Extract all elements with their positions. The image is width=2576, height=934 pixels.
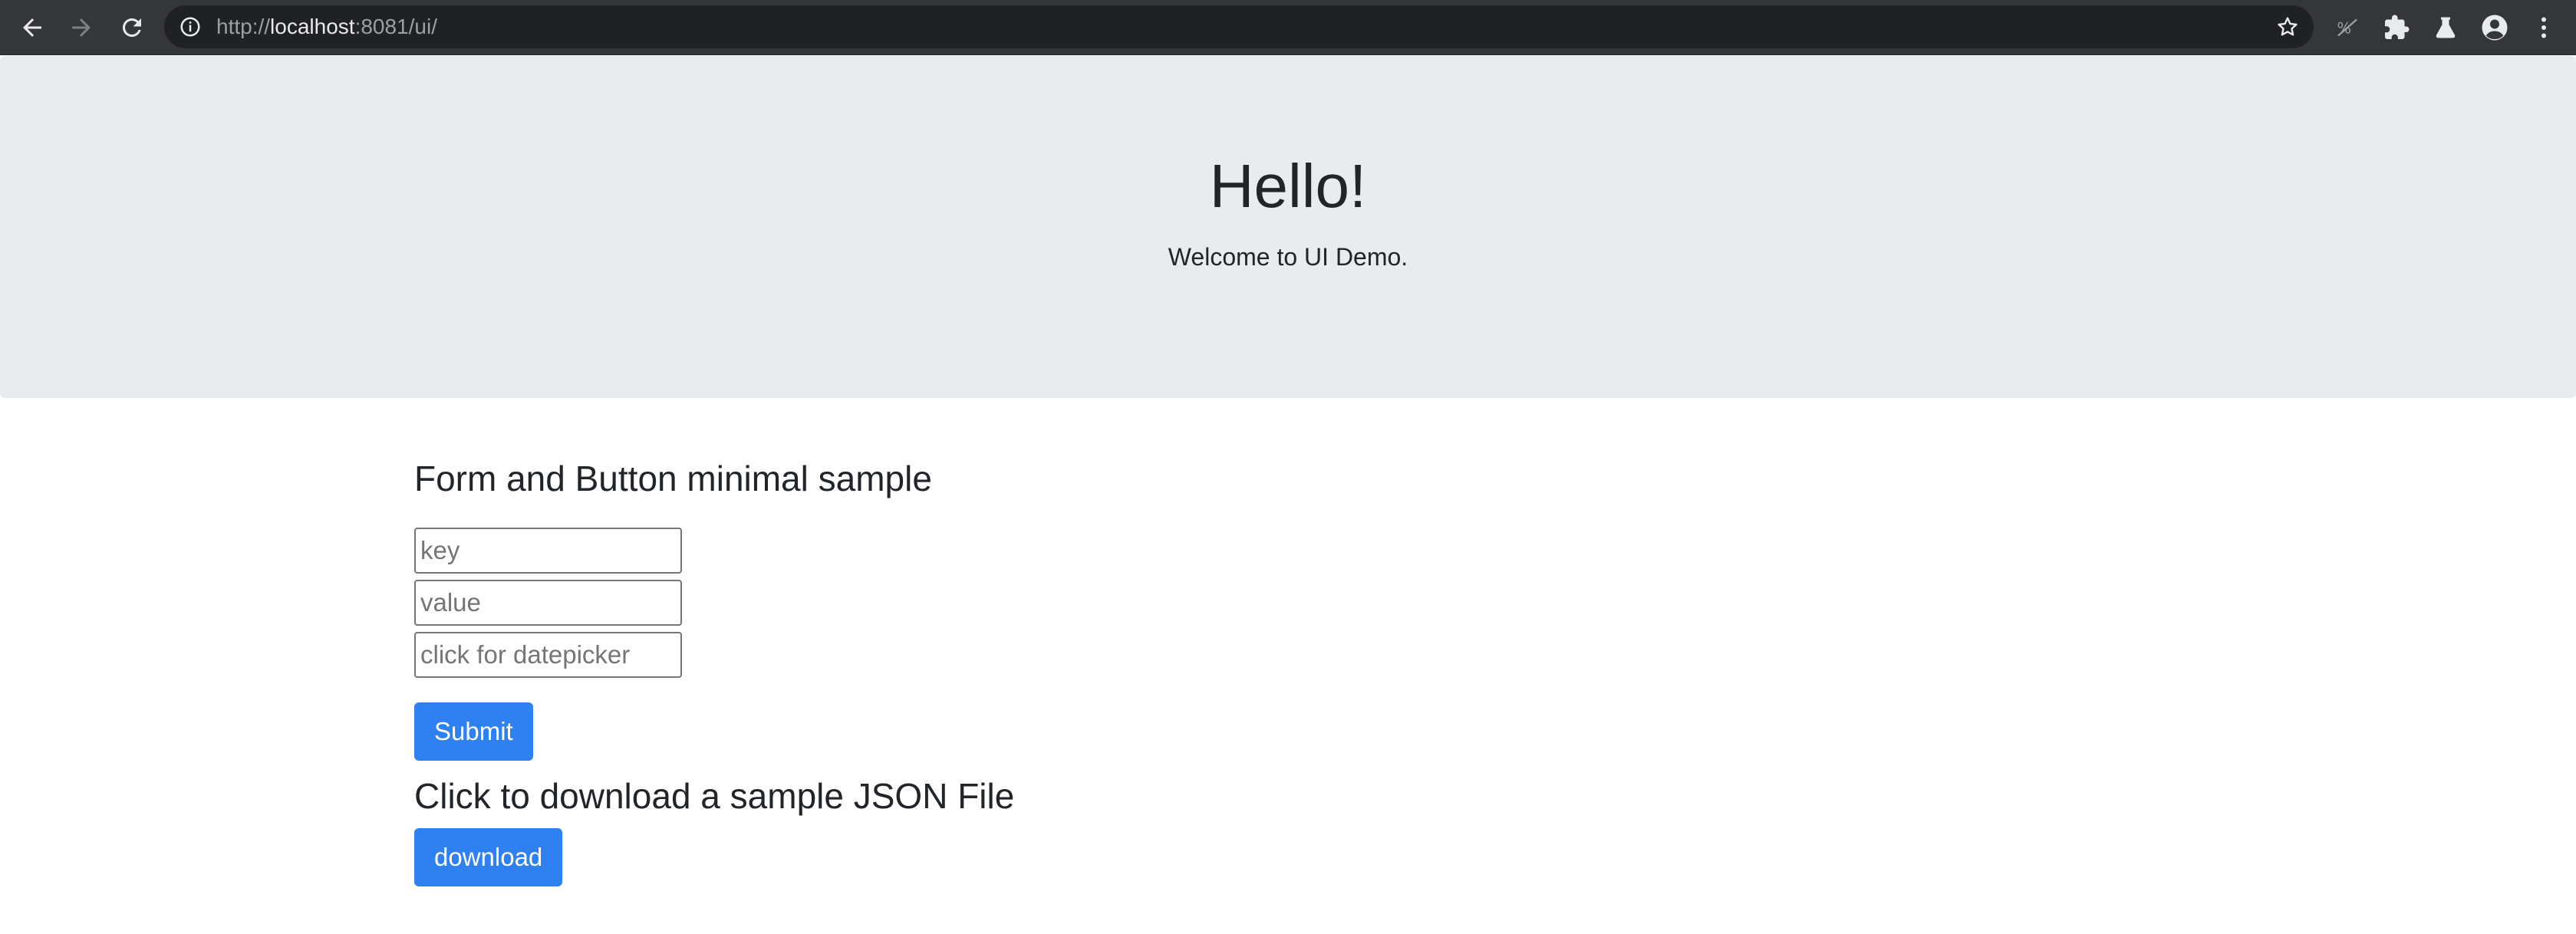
reload-icon[interactable] (112, 8, 152, 48)
url-host: localhost (270, 15, 355, 38)
url-text[interactable]: http://localhost:8081/ui/ (216, 5, 437, 48)
datepicker-input[interactable] (414, 632, 682, 678)
flask-icon[interactable] (2426, 8, 2466, 48)
url-scheme: http:// (216, 15, 271, 38)
browser-toolbar: http://localhost:8081/ui/ % (0, 0, 2576, 55)
key-input[interactable] (414, 528, 682, 574)
download-button[interactable]: download (414, 828, 563, 886)
site-info-icon[interactable] (175, 12, 206, 42)
url-rest: :8081/ui/ (354, 15, 437, 38)
back-arrow-icon[interactable] (12, 8, 52, 48)
form-section-heading: Form and Button minimal sample (414, 459, 932, 498)
address-bar[interactable]: http://localhost:8081/ui/ (164, 5, 2314, 48)
kebab-menu-icon[interactable] (2524, 8, 2564, 48)
page-title: Hello! (1209, 152, 1367, 220)
puzzle-icon[interactable] (2377, 8, 2416, 48)
profile-avatar-icon[interactable] (2475, 8, 2515, 48)
page-subtitle: Welcome to UI Demo. (1168, 243, 1408, 271)
bookmark-star-icon[interactable] (2272, 12, 2303, 42)
submit-button[interactable]: Submit (414, 702, 533, 761)
extension-icon[interactable]: % (2327, 8, 2367, 48)
forward-arrow-icon[interactable] (61, 8, 101, 48)
download-section-heading: Click to download a sample JSON File (414, 776, 1015, 816)
value-input[interactable] (414, 580, 682, 626)
jumbotron: Hello! Welcome to UI Demo. (0, 56, 2576, 398)
